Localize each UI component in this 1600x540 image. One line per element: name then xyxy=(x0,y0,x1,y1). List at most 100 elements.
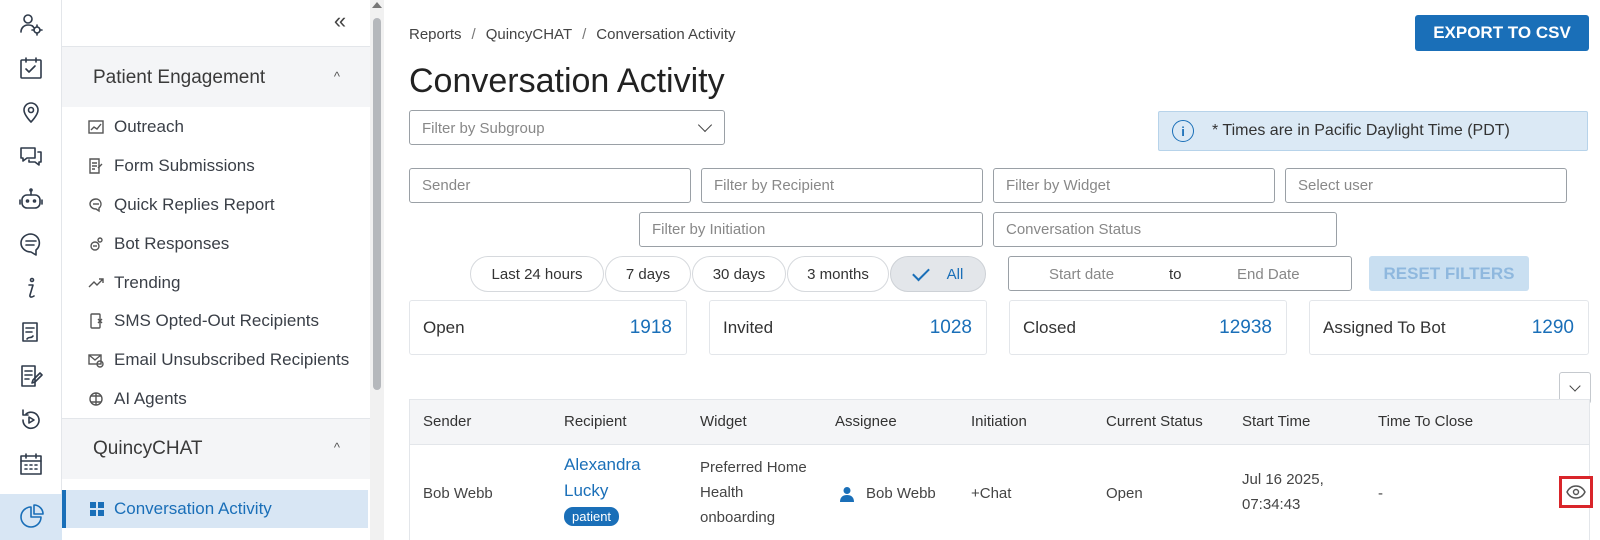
info-circle-icon: i xyxy=(1172,120,1194,142)
sidebar-item-label: Form Submissions xyxy=(114,156,255,175)
chart-icon xyxy=(88,119,104,135)
column-header-widget[interactable]: Widget xyxy=(700,413,747,430)
bot-response-icon xyxy=(88,236,104,252)
table-header: Sender Recipient Widget Assignee Initiat… xyxy=(410,400,1589,445)
stat-value: 1290 xyxy=(1531,317,1574,338)
sidebar-item-ai-agents[interactable]: AI Agents xyxy=(88,383,187,415)
stat-label: Assigned To Bot xyxy=(1323,318,1446,337)
eye-icon xyxy=(1566,485,1586,499)
cell-assignee: Bob Webb xyxy=(840,481,936,506)
scroll-thumb[interactable] xyxy=(373,18,381,390)
sidebar-item-label: Outreach xyxy=(114,117,184,136)
end-date-input[interactable]: End Date xyxy=(1237,266,1300,283)
rail-active-item[interactable] xyxy=(0,494,62,540)
pie-chart-icon[interactable] xyxy=(13,499,49,535)
page-title: Conversation Activity xyxy=(409,62,725,100)
column-header-time-to-close[interactable]: Time To Close xyxy=(1378,413,1473,430)
date-separator: to xyxy=(1169,266,1182,283)
form-edit-icon[interactable] xyxy=(13,358,49,394)
stat-label: Open xyxy=(423,318,465,337)
cell-initiation: +Chat xyxy=(971,485,1012,502)
section-title: Patient Engagement xyxy=(93,67,266,88)
conversation-table: Sender Recipient Widget Assignee Initiat… xyxy=(409,399,1593,540)
export-csv-button[interactable]: EXPORT TO CSV xyxy=(1415,15,1589,51)
range-7-days[interactable]: 7 days xyxy=(605,256,691,292)
scroll-up-icon[interactable] xyxy=(372,2,382,8)
user-select[interactable]: Select user xyxy=(1285,168,1567,203)
recipient-link[interactable]: Alexandra xyxy=(564,452,641,478)
initiation-filter-input[interactable]: Filter by Initiation xyxy=(639,212,983,247)
sidebar-item-sms-opted-out[interactable]: SMS Opted-Out Recipients xyxy=(88,305,319,337)
message-icon[interactable] xyxy=(13,226,49,262)
timezone-notice: i * Times are in Pacific Daylight Time (… xyxy=(1158,111,1588,151)
subgroup-select[interactable]: Filter by Subgroup xyxy=(409,110,725,145)
ai-agent-icon xyxy=(88,391,104,407)
bot-icon[interactable] xyxy=(13,182,49,218)
column-header-recipient[interactable]: Recipient xyxy=(564,413,627,430)
stat-card-closed[interactable]: Closed 12938 xyxy=(1009,300,1287,355)
date-range-picker[interactable]: Start date to End Date xyxy=(1008,256,1352,291)
widget-line: Preferred Home xyxy=(700,459,807,476)
column-header-start-time[interactable]: Start Time xyxy=(1242,413,1310,430)
sidebar-item-trending[interactable]: Trending xyxy=(88,267,180,299)
section-header-quincychat[interactable]: QuincyCHAT ^ xyxy=(62,419,370,479)
chat-bubbles-icon[interactable] xyxy=(13,138,49,174)
chevron-up-icon: ^ xyxy=(333,440,340,455)
range-30-days[interactable]: 30 days xyxy=(692,256,786,292)
breadcrumb: Reports / QuincyCHAT / Conversation Activity xyxy=(409,26,736,43)
sidebar-item-conversation-activity[interactable]: Conversation Activity xyxy=(62,490,368,528)
sidebar-item-outreach[interactable]: Outreach xyxy=(88,111,184,143)
stat-value: 1028 xyxy=(929,317,972,338)
recipient-filter-input[interactable]: Filter by Recipient xyxy=(701,168,983,203)
column-header-current-status[interactable]: Current Status xyxy=(1106,413,1203,430)
sidebar-item-label: Conversation Activity xyxy=(114,499,272,518)
icon-rail xyxy=(0,0,62,540)
start-date-input[interactable]: Start date xyxy=(1049,266,1114,283)
collapse-sidebar-icon[interactable]: « xyxy=(326,10,354,34)
widget-line: Health xyxy=(700,484,744,501)
replay-icon[interactable] xyxy=(13,402,49,438)
sms-optout-icon xyxy=(88,313,104,329)
cell-time-to-close: - xyxy=(1378,485,1383,502)
sender-input[interactable]: Sender xyxy=(409,168,691,203)
reset-filters-button[interactable]: RESET FILTERS xyxy=(1369,256,1529,291)
column-header-assignee[interactable]: Assignee xyxy=(835,413,897,430)
assignee-name: Bob Webb xyxy=(866,485,936,502)
cell-widget: Preferred Home Health onboarding xyxy=(700,455,807,530)
breadcrumb-reports[interactable]: Reports xyxy=(409,26,462,43)
stat-card-invited[interactable]: Invited 1028 xyxy=(709,300,987,355)
clipboard-icon[interactable] xyxy=(13,314,49,350)
widget-filter-input[interactable]: Filter by Widget xyxy=(993,168,1275,203)
stat-card-open[interactable]: Open 1918 xyxy=(409,300,687,355)
breadcrumb-quincychat[interactable]: QuincyCHAT xyxy=(486,26,572,43)
breadcrumb-current: Conversation Activity xyxy=(596,26,736,43)
sidebar-item-label: Quick Replies Report xyxy=(114,195,275,214)
status-filter-input[interactable]: Conversation Status xyxy=(993,212,1337,247)
grid-icon xyxy=(90,502,104,516)
calendar-check-icon[interactable] xyxy=(13,50,49,86)
range-all[interactable]: All xyxy=(890,256,986,292)
section-header-patient-engagement[interactable]: Patient Engagement ^ xyxy=(62,47,370,107)
range-last-24-hours[interactable]: Last 24 hours xyxy=(470,256,604,292)
sidebar-item-bot-responses[interactable]: Bot Responses xyxy=(88,228,229,260)
location-pin-icon[interactable] xyxy=(13,94,49,130)
stat-label: Invited xyxy=(723,318,774,337)
range-3-months[interactable]: 3 months xyxy=(787,256,889,292)
sidebar-item-form-submissions[interactable]: Form Submissions xyxy=(88,150,255,182)
breadcrumb-separator: / xyxy=(471,26,476,43)
column-header-initiation[interactable]: Initiation xyxy=(971,413,1027,430)
app: « Patient Engagement ^ Outreach Form Sub… xyxy=(0,0,1600,540)
info-icon[interactable] xyxy=(13,270,49,306)
stat-value: 12938 xyxy=(1219,317,1272,338)
sidebar-scrollbar[interactable] xyxy=(370,0,384,540)
recipient-link[interactable]: Lucky xyxy=(564,478,641,504)
trending-icon xyxy=(88,275,104,291)
sidebar-item-quick-replies[interactable]: Quick Replies Report xyxy=(88,189,275,221)
sidebar-item-email-unsubscribed[interactable]: Email Unsubscribed Recipients xyxy=(88,344,349,376)
column-header-sender[interactable]: Sender xyxy=(423,413,471,430)
stat-card-assigned-to-bot[interactable]: Assigned To Bot 1290 xyxy=(1309,300,1589,355)
user-settings-icon[interactable] xyxy=(13,6,49,42)
calendar-grid-icon[interactable] xyxy=(13,446,49,482)
view-conversation-button[interactable] xyxy=(1559,476,1593,508)
chevron-up-icon: ^ xyxy=(333,69,340,84)
